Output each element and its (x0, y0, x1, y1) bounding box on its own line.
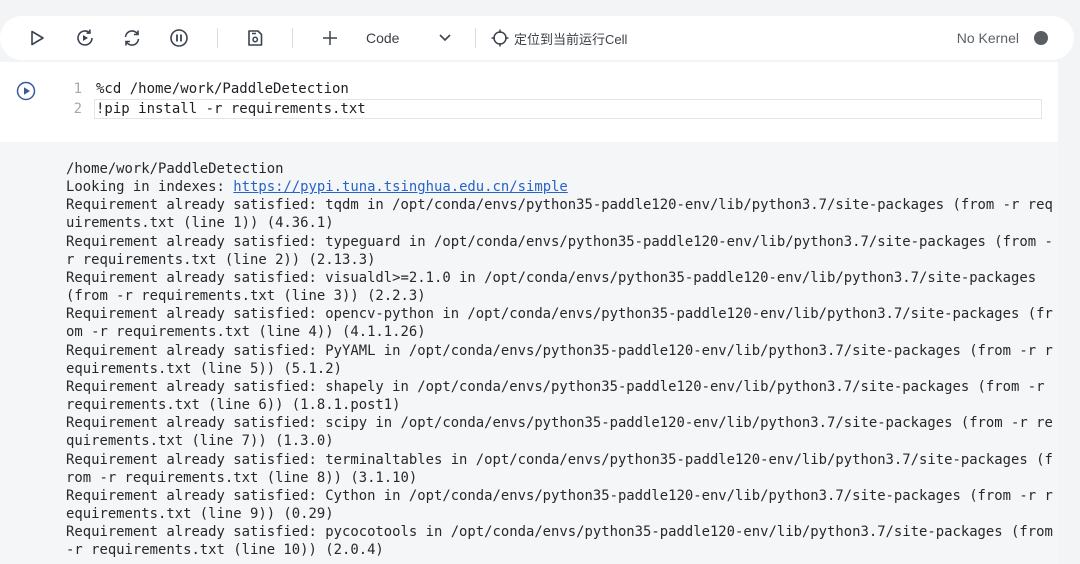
kernel-status: No Kernel (956, 30, 1019, 46)
restart-run-icon (77, 29, 93, 46)
output-line: equirements.txt (line 5)) (5.1.2) (66, 360, 342, 377)
output-line: Looking in indexes: (66, 179, 234, 196)
output-line: rom -r requirements.txt (line 8)) (3.1.1… (66, 469, 418, 486)
output-line: (from -r requirements.txt (line 3)) (2.2… (66, 288, 426, 305)
toolbar-divider (475, 28, 476, 48)
restart-and-run-button[interactable] (72, 16, 98, 60)
add-cell-button[interactable] (318, 16, 342, 60)
output-line: Requirement already satisfied: tqdm in /… (66, 197, 1053, 214)
output-line: -r requirements.txt (line 10)) (2.0.4) (66, 542, 384, 559)
output-line: Requirement already satisfied: pycocotoo… (66, 524, 1053, 541)
output-text: /home/work/PaddleDetection Looking in in… (66, 160, 1056, 559)
locate-icon (491, 29, 509, 47)
output-line: Requirement already satisfied: shapely i… (66, 378, 1045, 395)
toolbar-divider (217, 28, 218, 48)
output-line: requirements.txt (line 6)) (1.8.1.post1) (66, 397, 401, 414)
output-line: equirements.txt (line 9)) (0.29) (66, 505, 334, 522)
output-line: Requirement already satisfied: typeguard… (66, 233, 1053, 250)
output-line: uirements.txt (line 1)) (4.36.1) (66, 215, 334, 232)
locate-label: 定位到当前运行Cell (514, 31, 628, 47)
output-line: quirements.txt (line 7)) (1.3.0) (66, 433, 334, 450)
save-icon (248, 30, 263, 46)
code-text: !pip install -r requirements.txt (96, 101, 366, 117)
output-line: om -r requirements.txt (line 4)) (4.1.1.… (66, 324, 426, 341)
run-cell-icon[interactable] (15, 80, 37, 102)
code-line[interactable]: 2 !pip install -r requirements.txt (60, 99, 366, 119)
code-cell-output: /home/work/PaddleDetection Looking in in… (0, 143, 1058, 564)
output-line: Requirement already satisfied: scipy in … (66, 415, 1053, 432)
cell-type-label: Code (366, 30, 400, 46)
notebook-toolbar: Code 定位到当前运行Cell No Kernel (0, 16, 1074, 60)
interrupt-icon (170, 29, 188, 47)
add-icon (323, 31, 337, 45)
output-line: Requirement already satisfied: PyYAML in… (66, 342, 1053, 359)
code-line[interactable]: 1 %cd /home/work/PaddleDetection (60, 79, 349, 99)
output-line: r requirements.txt (line 2)) (2.13.3) (66, 251, 376, 268)
output-line: Requirement already satisfied: opencv-py… (66, 306, 1053, 323)
line-number: 2 (73, 101, 82, 117)
run-cell-button[interactable] (24, 16, 50, 60)
save-button[interactable] (242, 16, 268, 60)
restart-icon (124, 30, 140, 46)
output-line: Requirement already satisfied: Cython in… (66, 487, 1053, 504)
output-line: /home/work/PaddleDetection (66, 161, 284, 177)
chevron-down-icon (439, 34, 451, 42)
code-text: %cd /home/work/PaddleDetection (96, 81, 349, 97)
locate-running-cell-button[interactable]: 定位到当前运行Cell (490, 16, 635, 60)
output-line: Requirement already satisfied: terminalt… (66, 451, 1053, 468)
line-number: 1 (73, 81, 82, 97)
cell-type-select[interactable]: Code (358, 16, 458, 60)
run-icon (31, 30, 44, 46)
code-cell-input[interactable]: 1 %cd /home/work/PaddleDetection 2 !pip in… (0, 62, 1058, 142)
toolbar-divider (292, 28, 293, 48)
interrupt-kernel-button[interactable] (166, 16, 192, 60)
restart-kernel-button[interactable] (119, 16, 145, 60)
output-line: Requirement already satisfied: visualdl>… (66, 269, 1037, 286)
index-url-link[interactable]: https://pypi.tuna.tsinghua.edu.cn/simple (233, 179, 568, 195)
kernel-status-indicator (1034, 31, 1048, 45)
